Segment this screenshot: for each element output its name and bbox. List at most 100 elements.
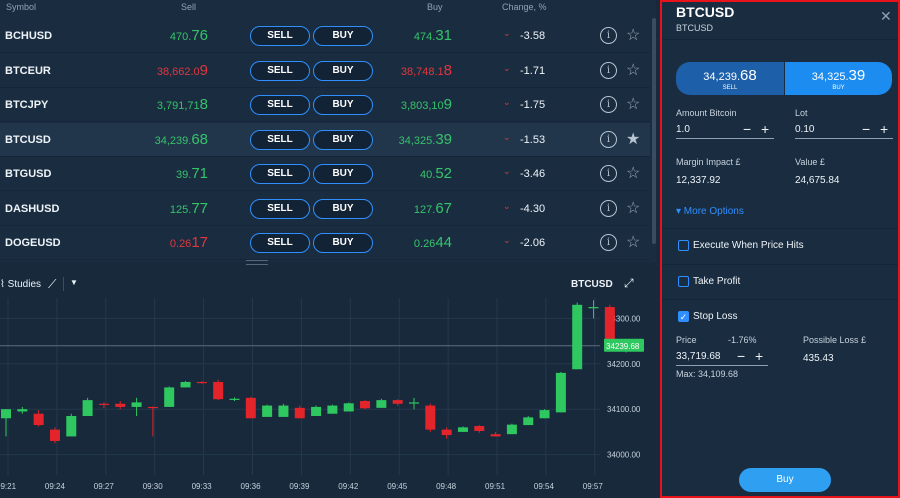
sell-button[interactable]: SELL <box>250 26 310 46</box>
candle-body <box>425 405 436 430</box>
buy-price[interactable]: 474.31 <box>380 27 452 44</box>
lot-plus-button[interactable]: + <box>880 121 888 137</box>
sell-price[interactable]: 3,791,718 <box>150 96 208 113</box>
watchlist-row[interactable]: BTCEUR 38,662.09 SELL BUY 38,748.18 ⌄ -1.71 i ☆ <box>0 54 650 88</box>
resize-grip[interactable] <box>246 260 268 265</box>
sell-price-small: 470. <box>169 31 192 43</box>
buy-button[interactable]: BUY <box>313 95 373 115</box>
watchlist-row[interactable]: BTGUSD 39.71 SELL BUY 40.52 ⌄ -3.46 i ☆ <box>0 157 650 191</box>
sell-tile-label: SELL <box>722 85 738 91</box>
buy-button[interactable]: BUY <box>313 26 373 46</box>
amount-field[interactable]: 1.0 − + <box>676 121 774 139</box>
buy-tile-label: BUY <box>832 85 845 91</box>
header-symbol[interactable]: Symbol <box>6 2 36 12</box>
buy-price[interactable]: 0.2644 <box>380 234 452 251</box>
candle-body <box>17 409 28 412</box>
buy-price-small: 38,748.1 <box>400 65 444 78</box>
candle-body <box>131 402 142 407</box>
amount-minus-button[interactable]: − <box>743 121 751 137</box>
header-sell[interactable]: Sell <box>181 2 196 12</box>
buy-price[interactable]: 38,748.18 <box>380 62 452 79</box>
sell-button[interactable]: SELL <box>250 95 310 115</box>
stop-price-minus-button[interactable]: − <box>737 348 745 364</box>
watchlist-row[interactable]: DASHUSD 125.77 SELL BUY 127.67 ⌄ -4.30 i ☆ <box>0 192 650 226</box>
sell-price-small: 3,791,71 <box>156 100 200 112</box>
candle-body <box>147 406 158 409</box>
buy-price[interactable]: 3,803,109 <box>380 96 452 113</box>
x-tick-label: 09:54 <box>534 482 555 491</box>
info-icon[interactable]: i <box>600 130 617 148</box>
lot-field[interactable]: 0.10 − + <box>795 121 893 139</box>
watchlist-scrollbar[interactable] <box>652 18 656 244</box>
star-icon[interactable]: ☆ <box>626 232 640 252</box>
buy-price-small: 34,325. <box>811 71 849 83</box>
candle-body <box>278 405 289 417</box>
star-icon[interactable]: ☆ <box>626 25 640 45</box>
buy-price[interactable]: 34,325.39 <box>380 131 452 148</box>
candle-body <box>360 401 371 409</box>
sell-price-big: 68 <box>740 67 757 84</box>
header-change[interactable]: Change, % <box>502 2 547 12</box>
candle-body <box>196 381 207 384</box>
header-buy[interactable]: Buy <box>427 2 443 12</box>
buy-price-big: 8 <box>443 61 452 79</box>
buy-price-big: 31 <box>435 27 452 44</box>
watchlist-row[interactable]: DOGEUSD 0.2617 SELL BUY 0.2644 ⌄ -2.06 i ☆ <box>0 226 650 260</box>
star-icon[interactable]: ☆ <box>626 60 640 80</box>
buy-button[interactable]: Buy <box>739 468 831 492</box>
x-tick-label: 09:33 <box>192 482 213 491</box>
sell-price[interactable]: 38,662.09 <box>150 62 208 79</box>
info-icon[interactable]: i <box>600 27 617 44</box>
sell-price[interactable]: 0.2617 <box>150 234 208 251</box>
star-icon[interactable]: ☆ <box>626 198 640 218</box>
candle-body <box>523 417 534 426</box>
lot-minus-button[interactable]: − <box>862 121 870 137</box>
star-icon[interactable]: ☆ <box>626 94 640 114</box>
watchlist-row[interactable]: BCHUSD 470.76 SELL BUY 474.31 ⌄ -3.58 i ☆ <box>0 19 650 53</box>
buy-price-big: 67 <box>435 199 452 217</box>
buy-button[interactable]: BUY <box>313 60 373 81</box>
possible-loss-value: 435.43 <box>803 353 834 364</box>
buy-button[interactable]: BUY <box>313 129 373 150</box>
sell-button[interactable]: SELL <box>250 164 310 184</box>
info-icon[interactable]: i <box>600 234 617 251</box>
sell-price-tile[interactable]: 34,239.68 SELL <box>676 62 784 95</box>
sell-price-big: 17 <box>191 234 208 251</box>
candlestick-chart[interactable]: 34000.0034100.0034200.0034300.0009:2109:… <box>0 268 656 498</box>
sell-price[interactable]: 34,239.68 <box>150 131 208 148</box>
stop-loss-checkbox[interactable]: ✓ <box>678 311 689 322</box>
sell-price[interactable]: 125.77 <box>150 200 208 217</box>
info-icon[interactable]: i <box>600 61 617 79</box>
x-tick-label: 09:36 <box>241 482 262 491</box>
sell-button[interactable]: SELL <box>250 198 310 219</box>
sell-price[interactable]: 39.71 <box>150 165 208 182</box>
watchlist-row[interactable]: BTCUSD 34,239.68 SELL BUY 34,325.39 ⌄ -1.53 i ★ <box>0 122 650 157</box>
stop-price-plus-button[interactable]: + <box>755 348 763 364</box>
star-icon[interactable]: ★ <box>626 129 640 149</box>
amount-plus-button[interactable]: + <box>761 121 769 137</box>
sell-button[interactable]: SELL <box>250 60 310 81</box>
watchlist-row[interactable]: BTCJPY 3,791,718 SELL BUY 3,803,109 ⌄ -1.75 i ☆ <box>0 88 650 122</box>
buy-price[interactable]: 40.52 <box>380 165 452 182</box>
info-icon[interactable]: i <box>600 199 617 217</box>
info-icon[interactable]: i <box>600 165 617 182</box>
sell-price[interactable]: 470.76 <box>150 27 208 44</box>
stop-price-field[interactable]: 33,719.68 − + <box>676 348 768 366</box>
buy-price-tile[interactable]: 34,325.39 BUY <box>785 62 892 95</box>
candle-body <box>115 403 126 407</box>
close-icon[interactable]: ✕ <box>880 8 892 25</box>
more-options-link[interactable]: ▾ More Options <box>676 206 744 217</box>
execute-checkbox[interactable] <box>678 240 689 251</box>
buy-button[interactable]: BUY <box>313 164 373 184</box>
buy-button[interactable]: BUY <box>313 198 373 219</box>
buy-price-big: 52 <box>435 165 452 182</box>
star-icon[interactable]: ☆ <box>626 163 640 183</box>
buy-button[interactable]: BUY <box>313 233 373 253</box>
take-profit-checkbox[interactable] <box>678 276 689 287</box>
buy-price[interactable]: 127.67 <box>380 200 452 217</box>
row-symbol: BTCJPY <box>5 99 49 111</box>
sell-button[interactable]: SELL <box>250 233 310 253</box>
candle-body <box>327 405 338 414</box>
sell-button[interactable]: SELL <box>250 129 310 150</box>
info-icon[interactable]: i <box>600 96 617 113</box>
